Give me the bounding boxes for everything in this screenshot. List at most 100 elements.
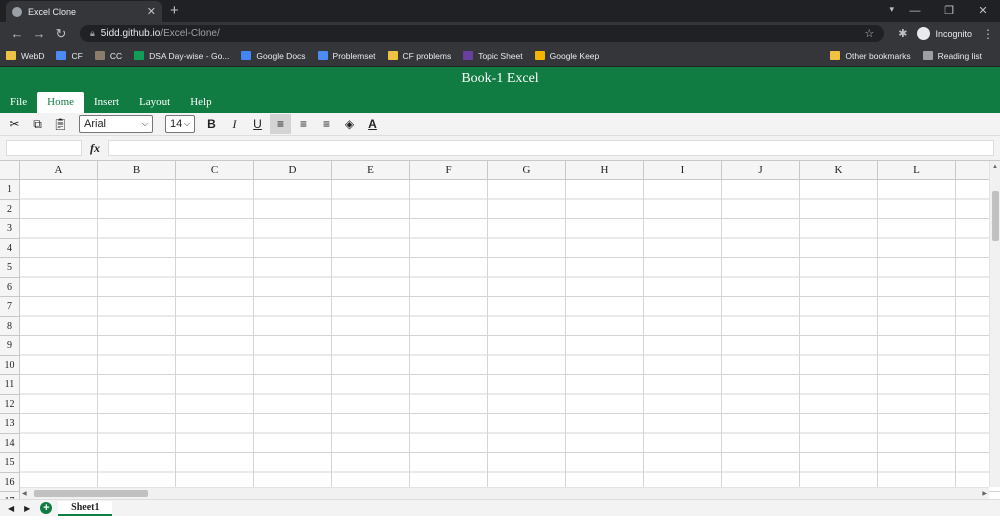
column-headers: A B C D E F G H I J K L M (0, 161, 1000, 180)
row-header[interactable]: 11 (0, 375, 20, 395)
row-header[interactable]: 14 (0, 433, 20, 453)
bookmark-google-keep[interactable]: Google Keep (534, 51, 599, 61)
sheet-prev-icon[interactable]: ◀ (8, 504, 14, 513)
menu-file[interactable]: File (0, 92, 37, 113)
sheet-tab[interactable]: Sheet1 (58, 500, 113, 516)
browser-tab[interactable]: Excel Clone ✕ (6, 1, 162, 22)
column-header[interactable]: F (410, 161, 488, 180)
back-icon[interactable]: ← (6, 26, 28, 41)
new-tab-icon[interactable]: + (170, 2, 179, 19)
forward-icon[interactable]: → (28, 26, 50, 41)
column-header[interactable]: I (644, 161, 722, 180)
browser-menu-icon[interactable]: ⋮ (982, 27, 994, 41)
bookmark-cf[interactable]: CF (56, 51, 83, 61)
bookmark-reading-list[interactable]: Reading list (922, 51, 982, 61)
column-header[interactable]: B (98, 161, 176, 180)
column-header[interactable]: C (176, 161, 254, 180)
column-header[interactable]: H (566, 161, 644, 180)
font-family-select[interactable]: Arial ⌵ (79, 115, 153, 133)
restore-icon[interactable]: ❐ (932, 0, 966, 22)
row-header[interactable]: 2 (0, 199, 20, 219)
bookmark-google-docs[interactable]: Google Docs (241, 51, 306, 61)
formula-input[interactable] (108, 140, 994, 156)
add-sheet-button[interactable]: + (40, 502, 53, 514)
bookmark-other[interactable]: Other bookmarks (830, 51, 911, 61)
row-header[interactable]: 3 (0, 219, 20, 239)
sheets-icon (134, 51, 145, 60)
row-header[interactable]: 15 (0, 453, 20, 473)
menu-help[interactable]: Help (180, 92, 221, 113)
align-center-icon[interactable]: ≡ (293, 114, 314, 134)
app-title-bar: Book-1 Excel (0, 67, 1000, 92)
column-header[interactable]: A (20, 161, 98, 180)
column-header[interactable]: E (332, 161, 410, 180)
row-header[interactable]: 1 (0, 180, 20, 200)
column-header[interactable]: K (800, 161, 878, 180)
docs-icon (241, 51, 252, 60)
bookmark-webd[interactable]: WebD (6, 51, 44, 61)
column-header[interactable]: J (722, 161, 800, 180)
address-bar[interactable]: 🔒︎ 5idd.github.io /Excel-Clone/ ☆ (80, 25, 885, 42)
window-close-icon[interactable]: ✕ (966, 0, 1000, 22)
row-header[interactable]: 13 (0, 414, 20, 434)
bookmark-cc[interactable]: CC (94, 51, 122, 61)
row-header[interactable]: 17 (0, 492, 20, 499)
name-box[interactable] (6, 140, 82, 156)
incognito-profile[interactable]: Incognito (917, 27, 972, 40)
bookmark-cf-problems[interactable]: CF problems (387, 51, 451, 61)
row-header[interactable]: 5 (0, 258, 20, 278)
row-header[interactable]: 8 (0, 316, 20, 336)
bookmark-problemset[interactable]: Problemset (317, 51, 376, 61)
close-tab-icon[interactable]: ✕ (147, 5, 156, 18)
scroll-up-icon[interactable]: ▲ (990, 161, 1000, 173)
row-header[interactable]: 10 (0, 355, 20, 375)
row-header[interactable]: 6 (0, 277, 20, 297)
copy-icon[interactable]: ⧉ (27, 114, 48, 134)
scroll-right-icon[interactable]: ▶ (982, 488, 987, 499)
text-color-icon[interactable]: A (362, 114, 383, 134)
reload-icon[interactable]: ↻ (50, 26, 72, 42)
bolt-icon (463, 51, 474, 60)
column-header[interactable]: G (488, 161, 566, 180)
bookmark-star-icon[interactable]: ☆ (864, 27, 874, 40)
column-header[interactable]: D (254, 161, 332, 180)
row-header[interactable]: 7 (0, 297, 20, 317)
horizontal-scroll-thumb[interactable] (34, 490, 148, 497)
globe-icon (12, 6, 22, 17)
bookmark-topic-sheet[interactable]: Topic Sheet (463, 51, 523, 61)
menu-home[interactable]: Home (37, 92, 85, 113)
bookmark-dsa[interactable]: DSA Day-wise - Go... (134, 51, 229, 61)
font-size-select[interactable]: 14 ⌵ (165, 115, 195, 133)
horizontal-scrollbar[interactable]: ◀ ▶ (20, 487, 989, 499)
lock-icon: 🔒︎ (90, 28, 95, 38)
extensions-icon[interactable]: ✱ (898, 27, 907, 40)
row-header[interactable]: 9 (0, 336, 20, 356)
paste-icon[interactable]: 📋︎ (50, 114, 71, 134)
align-left-icon[interactable]: ≡ (270, 114, 291, 134)
italic-button[interactable]: I (224, 114, 245, 134)
bookmarks-bar: WebD CF CC DSA Day-wise - Go... Google D… (0, 45, 1000, 67)
column-header[interactable]: L (878, 161, 956, 180)
incognito-icon (917, 27, 931, 40)
row-headers: 1 2 3 4 5 6 7 8 9 10 11 12 13 14 15 16 1… (0, 180, 20, 499)
align-right-icon[interactable]: ≡ (316, 114, 337, 134)
select-all-corner[interactable] (0, 161, 20, 180)
underline-button[interactable]: U (247, 114, 268, 134)
fill-color-icon[interactable]: ◈ (339, 114, 360, 134)
scissors-icon[interactable]: ✂ (4, 114, 25, 134)
row-header[interactable]: 12 (0, 394, 20, 414)
menu-layout[interactable]: Layout (129, 92, 180, 113)
menu-insert[interactable]: Insert (84, 92, 129, 113)
tab-search-icon[interactable]: ▾ (889, 4, 894, 15)
row-header[interactable]: 4 (0, 238, 20, 258)
minimize-icon[interactable]: — (898, 0, 932, 22)
row-header[interactable]: 16 (0, 472, 20, 492)
chevron-down-icon: ⌵ (183, 119, 190, 128)
bold-button[interactable]: B (201, 114, 222, 134)
cell-area[interactable] (20, 180, 1000, 499)
browser-toolbar: ← → ↻ 🔒︎ 5idd.github.io /Excel-Clone/ ☆ … (0, 22, 1000, 45)
vertical-scroll-thumb[interactable] (992, 191, 999, 241)
sheet-next-icon[interactable]: ▶ (24, 504, 30, 513)
scroll-left-icon[interactable]: ◀ (22, 488, 27, 499)
vertical-scrollbar[interactable]: ▲ (989, 161, 1000, 487)
